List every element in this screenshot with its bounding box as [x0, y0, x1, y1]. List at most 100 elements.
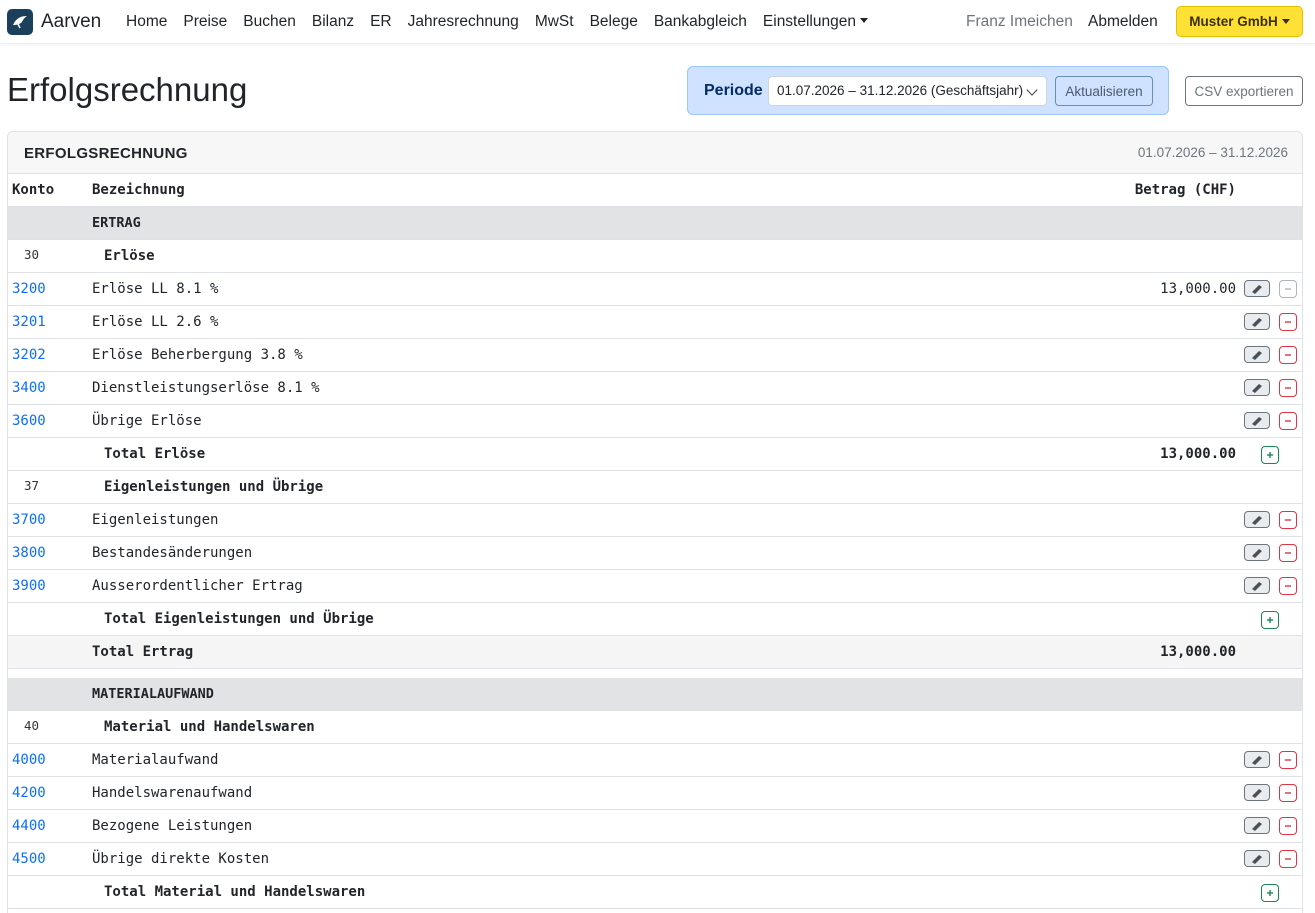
minus-icon[interactable] [1279, 511, 1297, 529]
plus-icon[interactable] [1261, 611, 1279, 629]
csv-export-button[interactable]: CSV exportieren [1185, 76, 1303, 106]
company-dropdown-button[interactable]: Muster GmbH [1176, 6, 1303, 37]
pencil-icon[interactable] [1244, 544, 1270, 561]
section-label: MATERIALAUFWAND [92, 686, 214, 702]
account-link[interactable]: 3201 [12, 314, 46, 330]
group-number: 30 [24, 247, 40, 262]
account-label: Dienstleistungserlöse 8.1 % [92, 380, 320, 396]
section-spacer [8, 669, 1302, 678]
plus-icon[interactable] [1261, 884, 1279, 902]
pencil-icon[interactable] [1244, 412, 1270, 429]
account-label: Erlöse LL 8.1 % [92, 281, 219, 297]
subtotal-label: Total Erlöse [104, 446, 206, 462]
account-row: 4500 Übrige direkte Kosten [8, 843, 1302, 876]
brand[interactable]: Aarven [7, 8, 101, 36]
account-row: 4400 Bezogene Leistungen [8, 810, 1302, 843]
account-row: 4000 Materialaufwand [8, 744, 1302, 777]
account-link[interactable]: 4000 [12, 752, 46, 768]
nav-bilanz[interactable]: Bilanz [304, 13, 362, 31]
minus-icon[interactable] [1279, 577, 1297, 595]
group-row: 40 Material und Handelswaren [8, 711, 1302, 744]
pencil-icon[interactable] [1244, 784, 1270, 801]
pencil-icon[interactable] [1244, 379, 1270, 396]
nav-mwst[interactable]: MwSt [527, 13, 582, 31]
subtotal-row: Total Eigenleistungen und Übrige [8, 603, 1302, 636]
minus-icon[interactable] [1279, 751, 1297, 769]
pencil-icon[interactable] [1244, 751, 1270, 768]
account-link[interactable]: 3400 [12, 380, 46, 396]
account-label: Bestandesänderungen [92, 545, 253, 561]
subtotal-row: Total Erlöse 13,000.00 [8, 438, 1302, 471]
minus-icon[interactable] [1279, 817, 1297, 835]
account-link[interactable]: 3800 [12, 545, 46, 561]
subtotal-amount: 13,000.00 [1160, 446, 1236, 462]
account-row: 3800 Bestandesänderungen [8, 537, 1302, 570]
group-label: Erlöse [104, 248, 155, 264]
nav-home[interactable]: Home [118, 13, 175, 31]
minus-icon[interactable] [1279, 784, 1297, 802]
minus-icon[interactable] [1279, 280, 1297, 298]
minus-icon[interactable] [1279, 346, 1297, 364]
account-link[interactable]: 3200 [12, 281, 46, 297]
chevron-down-icon [1026, 84, 1038, 96]
company-label: Muster GmbH [1189, 14, 1278, 29]
plus-icon[interactable] [1261, 446, 1279, 464]
nav-preise[interactable]: Preise [175, 13, 235, 31]
pencil-icon[interactable] [1244, 280, 1270, 297]
table-header: Konto Bezeichnung Betrag (CHF) [8, 174, 1302, 207]
period-label: Periode [704, 82, 763, 99]
period-select-value: 01.07.2026 – 31.12.2026 (Geschäftsjahr) [777, 83, 1024, 98]
pencil-icon[interactable] [1244, 511, 1270, 528]
account-link[interactable]: 4500 [12, 851, 46, 867]
logout-link[interactable]: Abmelden [1088, 13, 1158, 31]
account-amount: 13,000.00 [1160, 281, 1236, 297]
nav-er[interactable]: ER [362, 13, 400, 31]
account-link[interactable]: 4200 [12, 785, 46, 801]
income-statement-card: ERFOLGSRECHNUNG 01.07.2026 – 31.12.2026 … [7, 131, 1303, 913]
subtotal-row: Total Material und Handelswaren [8, 876, 1302, 909]
account-row: 3200 Erlöse LL 8.1 % 13,000.00 [8, 273, 1302, 306]
update-button[interactable]: Aktualisieren [1055, 76, 1153, 106]
group-label: Material und Handelswaren [104, 719, 315, 735]
account-link[interactable]: 3700 [12, 512, 46, 528]
nav-einstellungen-dropdown[interactable]: Einstellungen [755, 13, 876, 31]
pencil-icon[interactable] [1244, 577, 1270, 594]
group-number: 40 [24, 718, 40, 733]
period-filter: Periode 01.07.2026 – 31.12.2026 (Geschäf… [687, 66, 1169, 115]
account-link[interactable]: 4400 [12, 818, 46, 834]
account-link[interactable]: 3900 [12, 578, 46, 594]
nav-jahresrechnung[interactable]: Jahresrechnung [400, 13, 527, 31]
pencil-icon[interactable] [1244, 346, 1270, 363]
minus-icon[interactable] [1279, 850, 1297, 868]
account-link[interactable]: 3600 [12, 413, 46, 429]
account-label: Materialaufwand [92, 752, 219, 768]
nav-bankabgleich[interactable]: Bankabgleich [646, 13, 755, 31]
minus-icon[interactable] [1279, 412, 1297, 430]
minus-icon[interactable] [1279, 313, 1297, 331]
nav-einstellungen-label: Einstellungen [762, 13, 856, 30]
minus-icon[interactable] [1279, 379, 1297, 397]
account-row: 3202 Erlöse Beherbergung 3.8 % [8, 339, 1302, 372]
total-label: Total Ertrag [92, 644, 194, 660]
section-row: MATERIALAUFWAND [8, 678, 1302, 711]
period-select[interactable]: 01.07.2026 – 31.12.2026 (Geschäftsjahr) [768, 76, 1047, 106]
user-name[interactable]: Franz Imeichen [966, 13, 1073, 31]
total-row: Total Ertrag 13,000.00 [8, 636, 1302, 669]
account-label: Bezogene Leistungen [92, 818, 253, 834]
account-row: 3900 Ausserordentlicher Ertrag [8, 570, 1302, 603]
nav-buchen[interactable]: Buchen [235, 13, 304, 31]
nav-belege[interactable]: Belege [582, 13, 646, 31]
minus-icon[interactable] [1279, 544, 1297, 562]
group-number: 37 [24, 478, 40, 493]
pencil-icon[interactable] [1244, 817, 1270, 834]
account-label: Erlöse Beherbergung 3.8 % [92, 347, 303, 363]
account-link[interactable]: 3202 [12, 347, 46, 363]
pencil-icon[interactable] [1244, 313, 1270, 330]
total-amount: 13,000.00 [1160, 644, 1236, 660]
page-title: Erfolgsrechnung [7, 71, 248, 108]
brand-name: Aarven [41, 11, 102, 32]
account-row: 3201 Erlöse LL 2.6 % [8, 306, 1302, 339]
pencil-icon[interactable] [1244, 850, 1270, 867]
col-konto: Konto [12, 182, 55, 198]
account-label: Übrige Erlöse [92, 413, 202, 429]
